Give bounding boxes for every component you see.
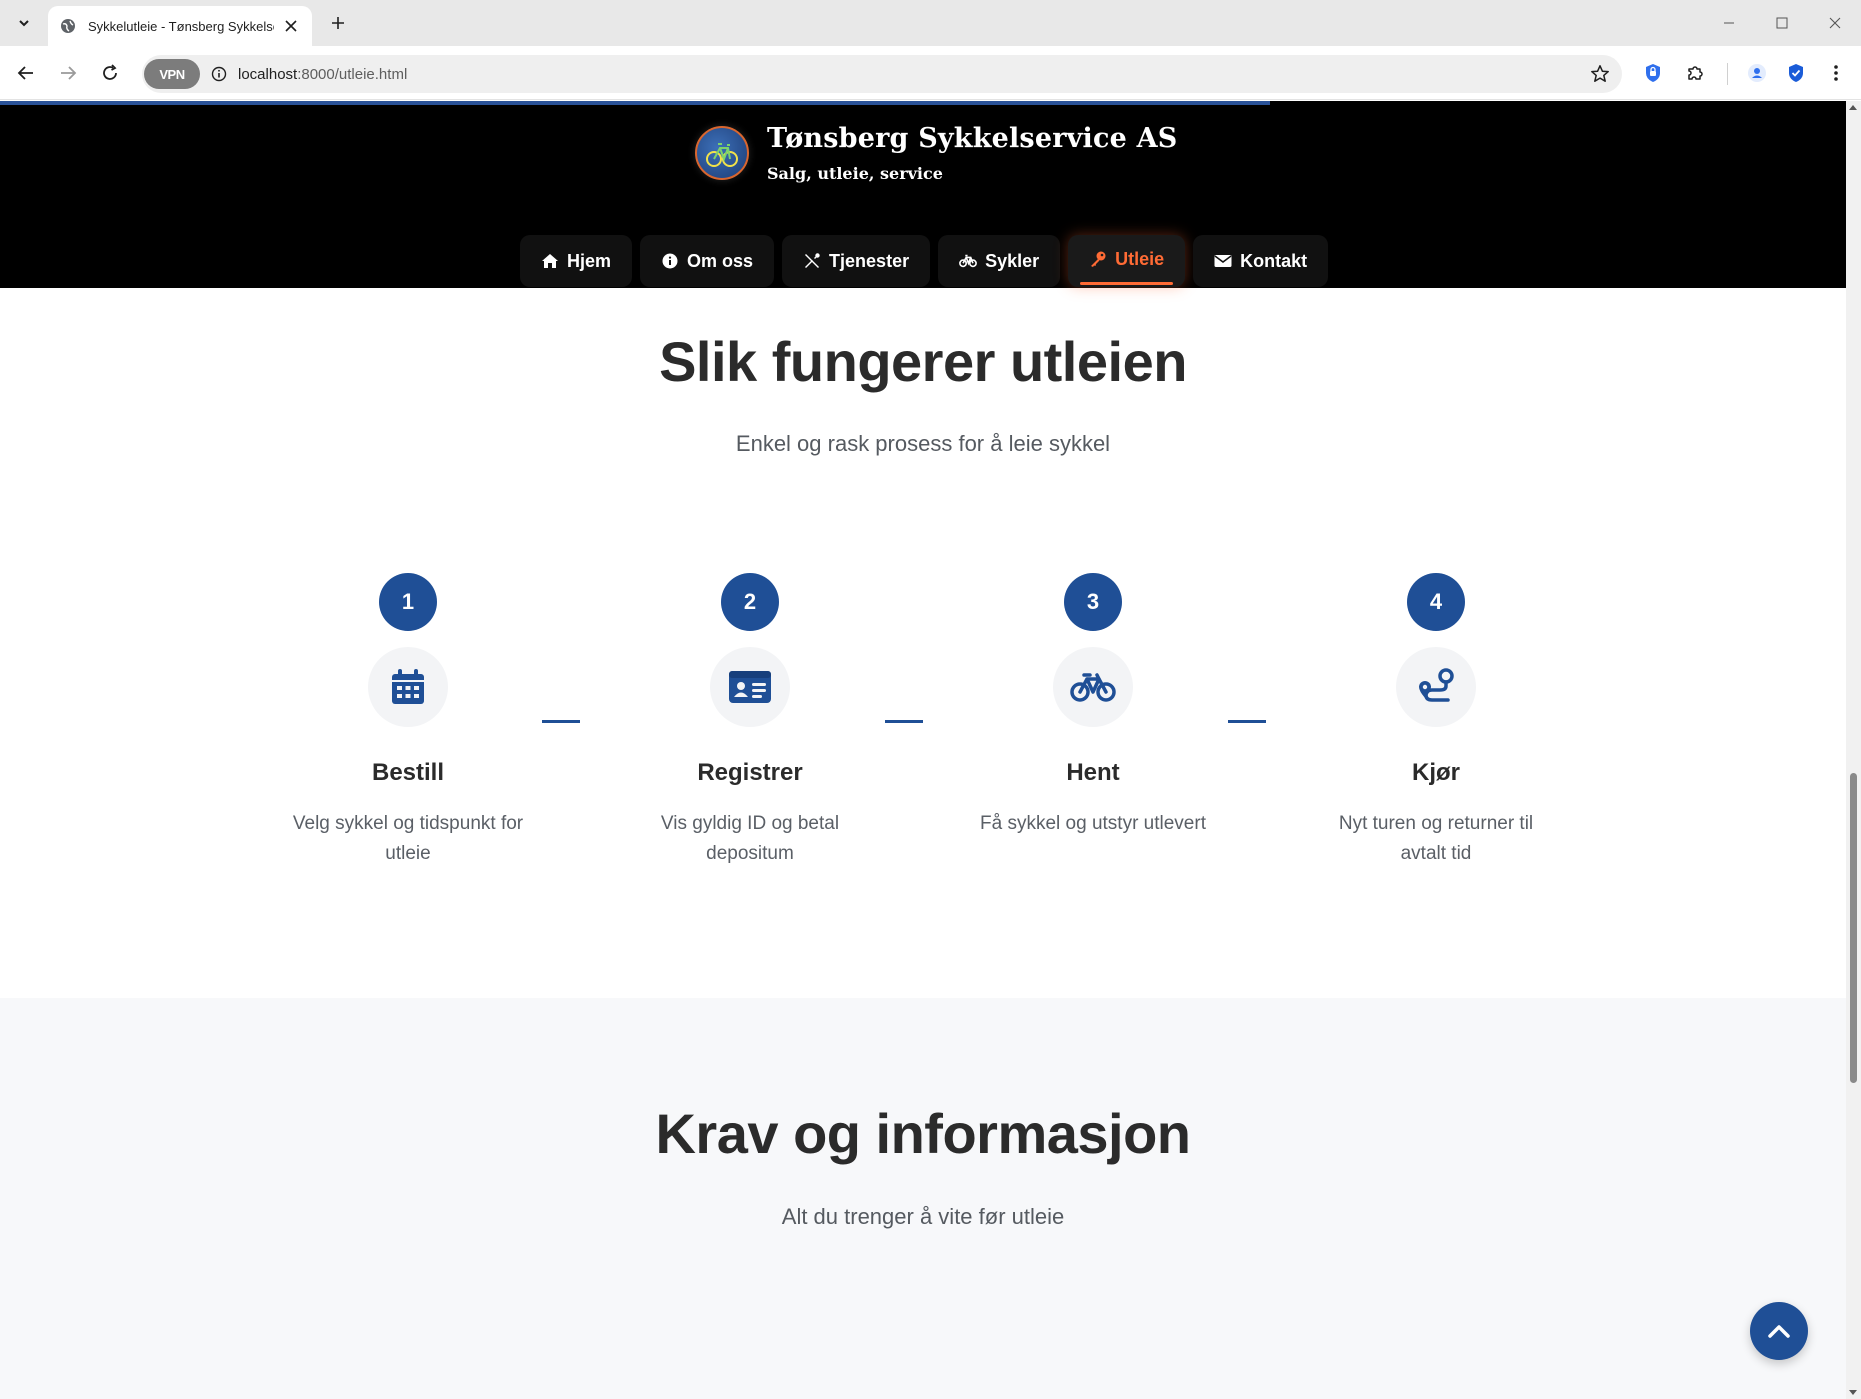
menu-kebab-icon[interactable] (1824, 61, 1848, 85)
bookmark-star-icon[interactable] (1590, 64, 1610, 84)
maximize-button[interactable] (1755, 0, 1808, 46)
step-title: Bestill (371, 759, 445, 786)
envelope-icon (1214, 252, 1232, 270)
security-shield-icon[interactable] (1784, 61, 1808, 85)
shield-extension-icon[interactable] (1641, 61, 1665, 85)
nav-item-sykler[interactable]: Sykler (938, 235, 1061, 287)
home-icon (541, 252, 559, 270)
nav-item-utleie[interactable]: Utleie (1068, 235, 1186, 287)
site-name: Tønsberg Sykkelservice AS (767, 123, 1178, 154)
step-title: Hent (1066, 759, 1120, 786)
nav-item-kontakt[interactable]: Kontakt (1193, 235, 1329, 287)
minimize-icon (1723, 22, 1734, 24)
tab-title: Sykkelutleie - Tønsberg Sykkelservice AS (88, 18, 274, 34)
step-number: 2 (721, 573, 779, 631)
section-subtitle: Enkel og rask prosess for å leie sykkel (735, 431, 1111, 456)
section-subtitle: Alt du trenger å vite før utleie (781, 1204, 1065, 1229)
profile-icon[interactable] (1745, 61, 1769, 85)
step-connector (542, 720, 580, 723)
scroll-up-arrow[interactable] (1849, 105, 1857, 110)
tools-icon (803, 252, 821, 270)
maximize-icon (1776, 17, 1787, 29)
requirements-section (0, 998, 1846, 1399)
step-card: 4 Kjør Nyt turen og returner til avtalt … (1286, 573, 1586, 869)
url-host: localhost (238, 65, 298, 83)
chevron-down-icon (19, 20, 29, 27)
step-card: 1 Bestill Velg sykkel og tidspunkt for u… (258, 573, 558, 869)
route-icon (1396, 647, 1476, 727)
scroll-down-arrow[interactable] (1849, 1390, 1857, 1395)
info-icon (661, 252, 679, 270)
step-connector (1228, 720, 1266, 723)
step-number: 1 (379, 573, 437, 631)
step-card: 3 Hent Få sykkel og utstyr utlevert (943, 573, 1243, 839)
nav-label: Hjem (567, 250, 612, 271)
site-info-icon[interactable] (210, 65, 228, 83)
globe-icon (60, 17, 78, 35)
scroll-progress-bar (0, 101, 1270, 105)
step-title: Kjør (1412, 759, 1460, 786)
step-title: Registrer (697, 759, 803, 786)
bicycle-logo-icon (695, 126, 749, 180)
close-window-button[interactable] (1808, 0, 1861, 46)
plus-icon (332, 17, 344, 29)
scroll-thumb[interactable] (1850, 773, 1857, 1083)
nav-item-tjenester[interactable]: Tjenester (782, 235, 931, 287)
tab-search-button[interactable] (10, 9, 38, 37)
step-number: 3 (1064, 573, 1122, 631)
brand[interactable]: Tønsberg Sykkelservice AS Salg, utleie, … (695, 123, 1177, 183)
browser-tab[interactable]: Sykkelutleie - Tønsberg Sykkelservice AS (48, 6, 312, 46)
step-description: Få sykkel og utstyr utlevert (980, 813, 1206, 834)
browser-tab-bar: Sykkelutleie - Tønsberg Sykkelservice AS (0, 0, 1861, 46)
nav-item-om-oss[interactable]: Om oss (640, 235, 775, 287)
forward-button[interactable] (54, 59, 82, 87)
url-text: localhost:8000/utleie.html (238, 66, 407, 83)
id-card-icon (710, 647, 790, 727)
reload-icon (103, 64, 117, 80)
section-title: Krav og informasjon (655, 1102, 1191, 1165)
site-header: Tønsberg Sykkelservice AS Salg, utleie, … (0, 101, 1846, 288)
calendar-icon (368, 647, 448, 727)
nav-label: Kontakt (1240, 250, 1308, 271)
url-path: :8000/utleie.html (297, 65, 408, 83)
new-tab-button[interactable] (325, 10, 351, 36)
main-nav: Hjem Om oss Tjenester Sykler Utleie Kont… (520, 235, 1329, 287)
arrow-right-icon (61, 66, 77, 80)
step-card: 2 Registrer Vis gyldig ID og betal depos… (600, 573, 900, 869)
nav-label: Sykler (985, 250, 1040, 271)
arrow-left-icon (17, 66, 33, 80)
step-number: 4 (1407, 573, 1465, 631)
step-description: Nyt turen og returner til avtalt tid (1338, 813, 1534, 864)
nav-item-hjem[interactable]: Hjem (520, 235, 633, 287)
puzzle-extensions-icon[interactable] (1683, 61, 1707, 85)
step-description: Velg sykkel og tidspunkt for utleie (292, 813, 524, 864)
nav-label: Om oss (687, 250, 754, 271)
page-scrollbar[interactable] (1846, 101, 1861, 1399)
step-description: Vis gyldig ID og betal depositum (660, 813, 840, 864)
bicycle-icon (959, 252, 978, 270)
close-icon (1829, 17, 1840, 29)
browser-toolbar: VPN localhost:8000/utleie.html (0, 46, 1861, 100)
nav-label: Tjenester (829, 250, 910, 271)
toolbar-separator (1727, 63, 1728, 85)
site-tagline: Salg, utleie, service (767, 164, 943, 183)
vpn-badge[interactable]: VPN (144, 59, 200, 89)
section-title: Slik fungerer utleien (659, 330, 1187, 393)
nav-label: Utleie (1115, 248, 1165, 269)
close-icon[interactable] (280, 15, 302, 37)
reload-button[interactable] (96, 59, 124, 87)
vpn-label: VPN (159, 66, 185, 82)
page-viewport: Tønsberg Sykkelservice AS Salg, utleie, … (0, 101, 1846, 1399)
back-button[interactable] (12, 59, 40, 87)
back-to-top-button[interactable] (1750, 1302, 1808, 1360)
address-bar[interactable]: VPN localhost:8000/utleie.html (142, 55, 1622, 93)
chevron-up-icon (1768, 1325, 1790, 1338)
key-icon (1089, 250, 1107, 268)
minimize-button[interactable] (1702, 0, 1755, 46)
bicycle-icon (1053, 647, 1133, 727)
step-connector (885, 720, 923, 723)
